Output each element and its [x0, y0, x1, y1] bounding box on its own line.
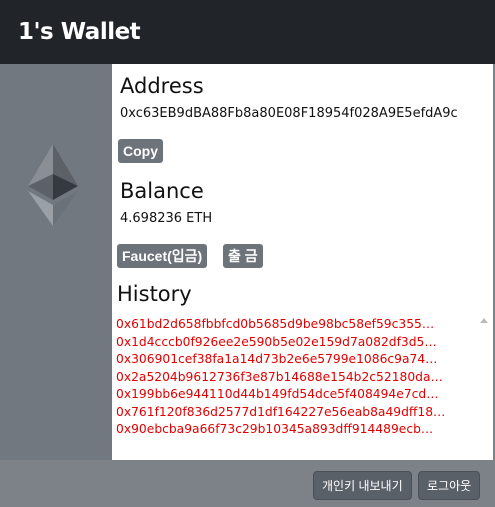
history-item[interactable]: 0x61bd2d658fbbfcd0b5685d9be98bc58ef59c35… — [116, 316, 454, 334]
wallet-window: 1's Wallet Address 0xc63EB9dBA88Fb8a80E0… — [0, 0, 495, 507]
history-item[interactable]: 0x2a5204b9612736f3e87b14688e154b2c52180d… — [116, 369, 454, 387]
footer-bar: 개인키 내보내기 로그아웃 — [0, 460, 495, 507]
history-item[interactable]: 0x306901cef38fa1a14d73b2e6e5799e1086c9a7… — [116, 351, 454, 369]
withdraw-button[interactable]: 출 금 — [223, 244, 263, 268]
export-private-key-button[interactable]: 개인키 내보내기 — [313, 471, 412, 500]
account-panel: Address 0xc63EB9dBA88Fb8a80E08F18954f028… — [112, 64, 493, 460]
history-item[interactable]: 0x199bb6e944110d44b149fd54dce5f408494e7c… — [116, 386, 454, 404]
sidebar — [0, 64, 112, 460]
balance-heading: Balance — [120, 179, 204, 203]
logout-button[interactable]: 로그아웃 — [418, 471, 481, 500]
history-heading: History — [117, 282, 192, 306]
header-bar: 1's Wallet — [0, 0, 495, 64]
balance-value: 4.698236 ETH — [120, 211, 213, 226]
history-list-container[interactable]: 0x61bd2d658fbbfcd0b5685d9be98bc58ef59c35… — [116, 316, 488, 456]
app-title: 1's Wallet — [18, 19, 141, 45]
history-item[interactable]: 0x90ebcba9a66f73c29b10345a893dff914489ec… — [116, 421, 454, 439]
faucet-button[interactable]: Faucet(입금) — [117, 244, 208, 268]
ethereum-icon — [28, 144, 78, 226]
history-scrollbar[interactable] — [478, 318, 490, 454]
copy-button[interactable]: Copy — [118, 139, 163, 163]
history-item[interactable]: 0x1d4cccb0f926ee2e590b5e02e159d7a082df3d… — [116, 334, 454, 352]
history-item[interactable]: 0x761f120f836d2577d1df164227e56eab8a49df… — [116, 404, 454, 422]
address-value: 0xc63EB9dBA88Fb8a80E08F18954f028A9E5efdA… — [120, 106, 458, 121]
history-list: 0x61bd2d658fbbfcd0b5685d9be98bc58ef59c35… — [116, 316, 454, 439]
scroll-up-arrow-icon[interactable] — [480, 318, 488, 323]
address-heading: Address — [120, 74, 204, 98]
